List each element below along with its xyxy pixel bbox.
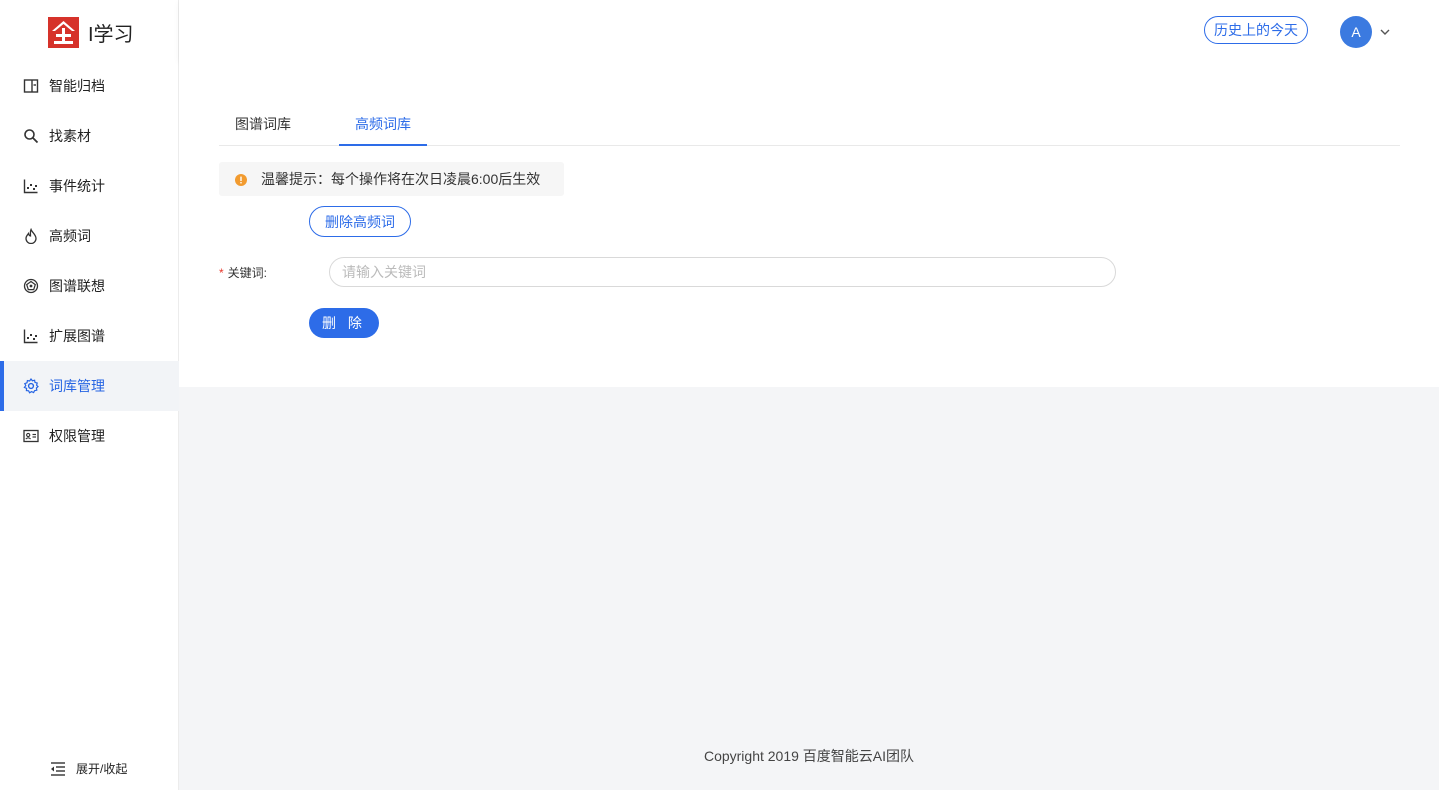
sidebar-item-label: 高频词	[49, 228, 91, 244]
archive-icon	[23, 78, 39, 94]
collapse-label: 展开/收起	[76, 762, 128, 776]
delete-high-freq-button[interactable]: 删除高频词	[309, 206, 411, 237]
chart-icon	[23, 328, 39, 344]
keyword-label: * 关键词:	[219, 264, 267, 281]
required-mark: *	[219, 266, 224, 280]
app-logo[interactable]: I学习	[48, 16, 134, 48]
tip-text: 温馨提示：每个操作将在次日凌晨6:00后生效	[261, 171, 541, 187]
sidebar-item-label: 词库管理	[49, 378, 105, 394]
search-icon	[23, 128, 39, 144]
sidebar-item-lexicon-mgmt[interactable]: 词库管理	[0, 361, 179, 411]
tab-graph-lexicon[interactable]: 图谱词库	[235, 105, 291, 145]
id-card-icon	[23, 428, 39, 444]
chevron-down-icon[interactable]	[1379, 25, 1391, 37]
flame-icon	[23, 228, 39, 244]
sidebar-item-high-freq[interactable]: 高频词	[0, 211, 179, 261]
sidebar-item-graph-assoc[interactable]: 图谱联想	[0, 261, 179, 311]
warning-tip: 温馨提示：每个操作将在次日凌晨6:00后生效	[219, 162, 564, 196]
sidebar-item-event-stats[interactable]: 事件统计	[0, 161, 179, 211]
keyword-input[interactable]	[329, 257, 1116, 287]
sidebar-item-find-material[interactable]: 找素材	[0, 111, 179, 161]
sidebar-item-label: 权限管理	[49, 428, 105, 444]
chart-icon	[23, 178, 39, 194]
sidebar-item-label: 扩展图谱	[49, 328, 105, 344]
warning-icon	[235, 173, 247, 186]
top-header: 历史上的今天 A	[179, 0, 1439, 61]
sidebar-item-label: 事件统计	[49, 178, 105, 194]
delete-button[interactable]: 删 除	[309, 308, 379, 338]
avatar[interactable]: A	[1340, 16, 1372, 48]
history-today-button[interactable]: 历史上的今天	[1204, 16, 1308, 44]
sidebar-item-label: 图谱联想	[49, 278, 105, 294]
gear-icon	[23, 378, 39, 394]
app-name: I学习	[88, 23, 134, 46]
sidebar-item-permission-mgmt[interactable]: 权限管理	[0, 411, 179, 461]
keyword-label-text: 关键词:	[227, 266, 268, 280]
sidebar-item-label: 智能归档	[49, 78, 105, 94]
graph-icon	[23, 278, 39, 294]
footer-copyright: Copyright 2019 百度智能云AI团队	[703, 748, 915, 764]
logo-icon	[48, 16, 79, 48]
sidebar-nav: 智能归档 找素材 事件统计 高频词 图谱联想 扩展图谱 词库管理 权限管理	[0, 61, 179, 461]
sidebar-item-label: 找素材	[49, 128, 91, 144]
menu-fold-icon	[50, 761, 66, 777]
sidebar-item-extend-graph[interactable]: 扩展图谱	[0, 311, 179, 361]
tab-bar: 图谱词库 高频词库	[219, 105, 1400, 146]
collapse-toggle[interactable]: 展开/收起	[50, 760, 127, 777]
sidebar: I学习 智能归档 找素材 事件统计 高频词 图谱联想 扩展图谱 词库管理 权限管…	[0, 0, 179, 790]
tab-high-freq-lexicon[interactable]: 高频词库	[339, 105, 427, 146]
main-card: 图谱词库 高频词库 温馨提示：每个操作将在次日凌晨6:00后生效 删除高频词 *…	[179, 61, 1439, 387]
sidebar-item-smart-archive[interactable]: 智能归档	[0, 61, 179, 111]
